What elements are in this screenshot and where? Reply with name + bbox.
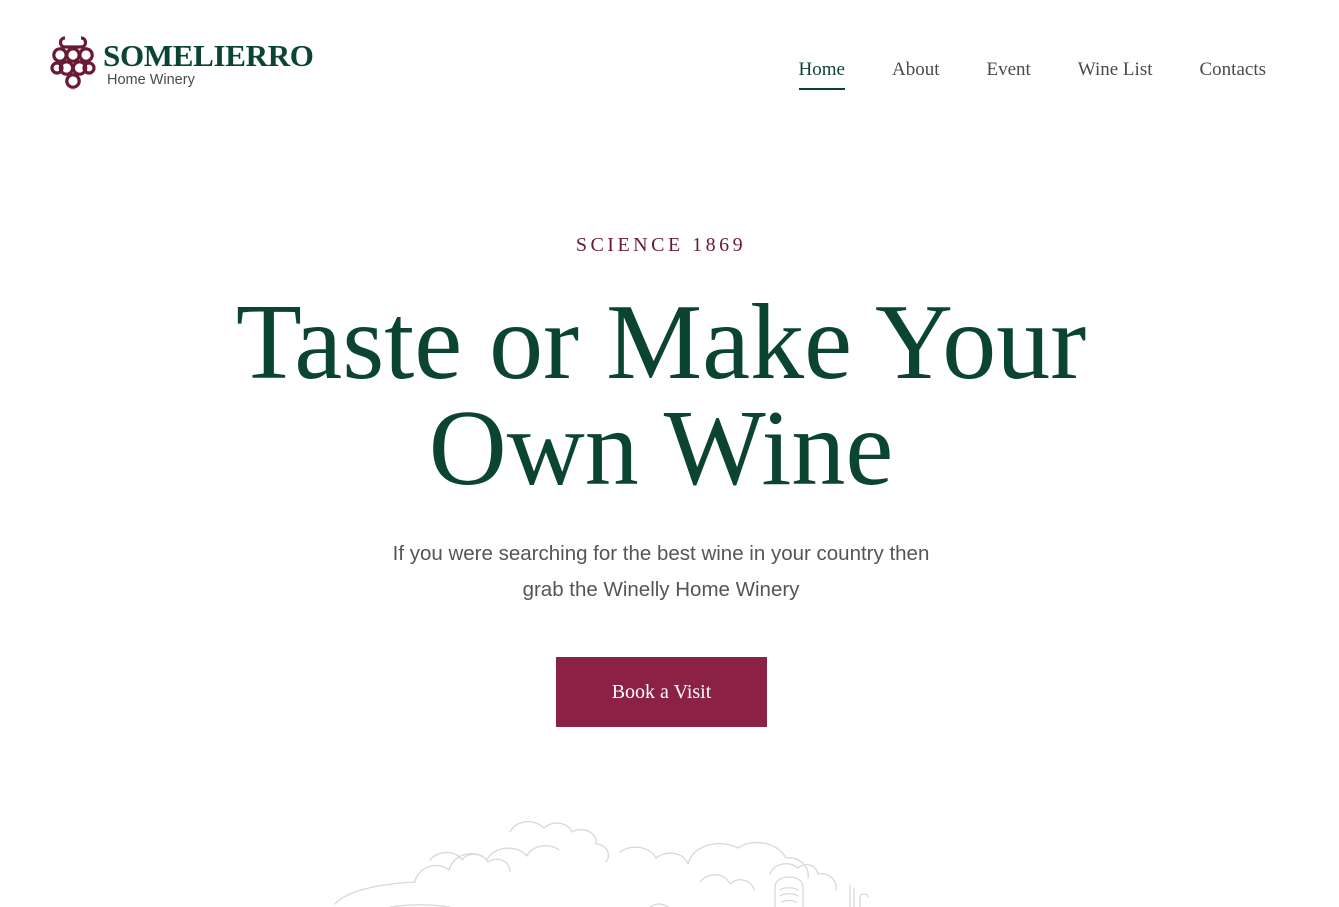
vineyard-sketch-illustration — [334, 821, 869, 907]
nav-item-contacts[interactable]: Contacts — [1200, 58, 1267, 90]
main-nav: Home About Event Wine List Contacts — [798, 58, 1267, 90]
hero-title-line-1: Taste or Make Your — [235, 283, 1087, 402]
hero-subtitle-line-1: If you were searching for the best wine … — [392, 542, 930, 565]
nav-item-home[interactable]: Home — [798, 58, 846, 90]
hero-eyebrow: SCIENCE 1869 — [575, 234, 747, 256]
brand-name: SOMELIERRO — [103, 38, 314, 73]
hero-subtitle: If you were searching for the best wine … — [0, 536, 1322, 608]
hero-title: Taste or Make Your Own Wine — [0, 283, 1322, 508]
hero-title-line-2: Own Wine — [428, 389, 894, 508]
hero-subtitle-line-2: grab the Winelly Home Winery — [522, 578, 800, 601]
brand-logo[interactable]: SOMELIERRO Home Winery — [50, 35, 314, 95]
grape-cluster-icon — [50, 36, 96, 90]
nav-item-about[interactable]: About — [892, 58, 940, 90]
brand-tagline: Home Winery — [107, 72, 195, 88]
nav-item-event[interactable]: Event — [986, 58, 1030, 90]
nav-item-wine-list[interactable]: Wine List — [1078, 58, 1153, 90]
book-a-visit-button[interactable]: Book a Visit — [556, 657, 767, 727]
